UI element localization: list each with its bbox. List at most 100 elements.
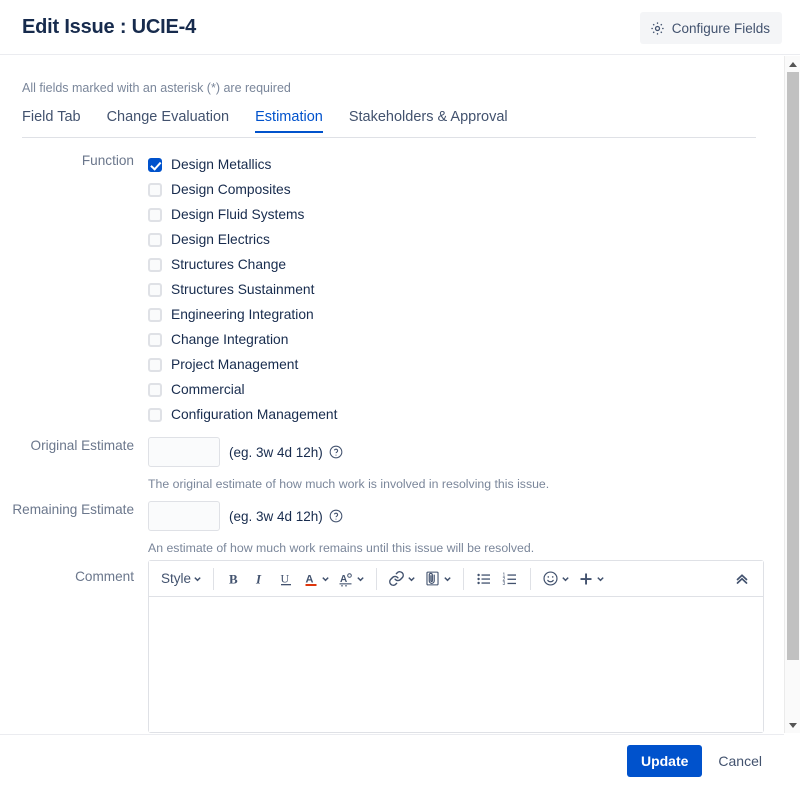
original-estimate-description: The original estimate of how much work i… (148, 477, 550, 491)
checkbox-box[interactable] (148, 332, 162, 347)
checkbox-label: Design Electrics (171, 231, 270, 247)
gear-icon (650, 21, 665, 36)
double-chevron-up-icon (736, 573, 748, 584)
question-circle-icon[interactable] (329, 509, 343, 523)
checkbox-structures-change[interactable]: Structures Change (148, 252, 337, 277)
checkbox-box[interactable] (148, 407, 162, 422)
scroll-up-button[interactable] (785, 56, 800, 72)
dialog-body: All fields marked with an asterisk (*) a… (0, 56, 784, 733)
bold-icon: B (229, 571, 238, 586)
original-estimate-field: (eg. 3w 4d 12h) The original estimate of… (148, 437, 549, 491)
style-dropdown[interactable]: Style (157, 565, 206, 593)
emoji-icon (543, 571, 558, 586)
paperclip-icon (426, 571, 439, 586)
style-dropdown-label: Style (161, 571, 192, 586)
comment-editor: Style B I U A A 1 2 3 (148, 560, 764, 733)
page-title: Edit Issue : UCIE-4 (22, 16, 197, 38)
checkbox-engineering-integration[interactable]: Engineering Integration (148, 302, 337, 327)
underline-icon: U (281, 571, 292, 585)
checkbox-box-checked[interactable] (148, 157, 162, 172)
toolbar-divider (463, 567, 465, 590)
svg-text:3: 3 (503, 581, 506, 587)
cancel-button[interactable]: Cancel (718, 753, 762, 769)
chevron-down-icon (322, 577, 329, 582)
link-icon (389, 571, 404, 586)
chevron-down-icon (357, 577, 364, 582)
comment-textarea[interactable] (149, 597, 763, 732)
tab-field-tab[interactable]: Field Tab (22, 109, 94, 133)
original-estimate-input-group: (eg. 3w 4d 12h) (148, 437, 549, 467)
checkbox-design-metallics[interactable]: Design Metallics (148, 152, 337, 177)
configure-fields-button[interactable]: Configure Fields (639, 12, 782, 44)
remaining-estimate-label: Remaining Estimate (12, 502, 134, 517)
checkbox-design-electrics[interactable]: Design Electrics (148, 227, 337, 252)
toolbar-divider (213, 567, 215, 590)
bold-button[interactable]: B (221, 565, 247, 593)
emoji-button[interactable] (538, 565, 574, 593)
edit-issue-dialog: Edit Issue : UCIE-4 Configure Fields All… (0, 0, 800, 786)
remaining-estimate-input[interactable] (148, 501, 220, 531)
remaining-estimate-description: An estimate of how much work remains unt… (148, 541, 535, 555)
triangle-down-icon (789, 722, 797, 728)
checkbox-box[interactable] (148, 232, 162, 247)
bullet-list-icon (477, 573, 491, 584)
editor-toolbar: Style B I U A A 1 2 3 (149, 561, 763, 597)
checkbox-box[interactable] (148, 282, 162, 297)
italic-icon: I (255, 571, 262, 586)
comment-row: Comment Style B I U A A 1 2 3 (0, 560, 764, 733)
underline-button[interactable]: U (273, 565, 299, 593)
checkbox-box[interactable] (148, 307, 162, 322)
collapse-toolbar-button[interactable] (729, 565, 755, 593)
checkbox-change-integration[interactable]: Change Integration (148, 327, 337, 352)
chevron-down-icon (562, 577, 569, 582)
vertical-scrollbar[interactable] (784, 56, 800, 733)
attachment-button[interactable] (420, 565, 456, 593)
checkbox-label: Design Fluid Systems (171, 206, 305, 222)
function-label: Function (81, 153, 134, 168)
checkbox-commercial[interactable]: Commercial (148, 377, 337, 402)
numbered-list-button[interactable]: 1 2 3 (497, 565, 523, 593)
checkbox-project-management[interactable]: Project Management (148, 352, 337, 377)
checkbox-label: Design Composites (171, 181, 291, 197)
tab-stakeholders-approval[interactable]: Stakeholders & Approval (336, 109, 521, 133)
checkbox-configuration-management[interactable]: Configuration Management (148, 402, 337, 427)
checkbox-label: Structures Change (171, 256, 287, 272)
triangle-up-icon (789, 61, 797, 67)
link-button[interactable] (384, 565, 420, 593)
remaining-estimate-input-group: (eg. 3w 4d 12h) (148, 501, 534, 531)
original-estimate-hint-text: (eg. 3w 4d 12h) (229, 444, 323, 460)
bullet-list-button[interactable] (471, 565, 497, 593)
text-highlight-button[interactable]: A (334, 565, 369, 593)
checkbox-design-composites[interactable]: Design Composites (148, 177, 337, 202)
scrollbar-thumb[interactable] (787, 72, 799, 660)
tab-change-evaluation[interactable]: Change Evaluation (94, 109, 243, 133)
checkbox-box[interactable] (148, 357, 162, 372)
checkbox-label: Engineering Integration (171, 306, 314, 322)
toolbar-divider (530, 567, 532, 590)
svg-text:A: A (306, 573, 314, 585)
remaining-estimate-hint: (eg. 3w 4d 12h) (229, 509, 343, 524)
checkbox-structures-sustainment[interactable]: Structures Sustainment (148, 277, 337, 302)
tab-estimation[interactable]: Estimation (242, 109, 336, 133)
svg-text:B: B (229, 571, 238, 586)
checkbox-box[interactable] (148, 182, 162, 197)
scroll-down-button[interactable] (785, 717, 800, 733)
numbered-list-icon: 1 2 3 (503, 572, 517, 587)
original-estimate-input[interactable] (148, 437, 220, 467)
text-color-button[interactable]: A (299, 565, 334, 593)
checkbox-box[interactable] (148, 382, 162, 397)
question-circle-icon[interactable] (329, 445, 343, 459)
checkbox-label: Structures Sustainment (171, 281, 315, 297)
italic-button[interactable]: I (247, 565, 273, 593)
chevron-down-icon (408, 577, 415, 582)
original-estimate-label: Original Estimate (30, 438, 135, 453)
svg-text:I: I (255, 571, 262, 586)
chevron-down-icon (194, 577, 201, 582)
configure-fields-label: Configure Fields (671, 20, 770, 36)
insert-button[interactable] (574, 565, 609, 593)
checkbox-box[interactable] (148, 257, 162, 272)
checkbox-design-fluid-systems[interactable]: Design Fluid Systems (148, 202, 337, 227)
checkbox-box[interactable] (148, 207, 162, 222)
comment-label: Comment (75, 569, 134, 584)
update-button[interactable]: Update (626, 744, 703, 777)
